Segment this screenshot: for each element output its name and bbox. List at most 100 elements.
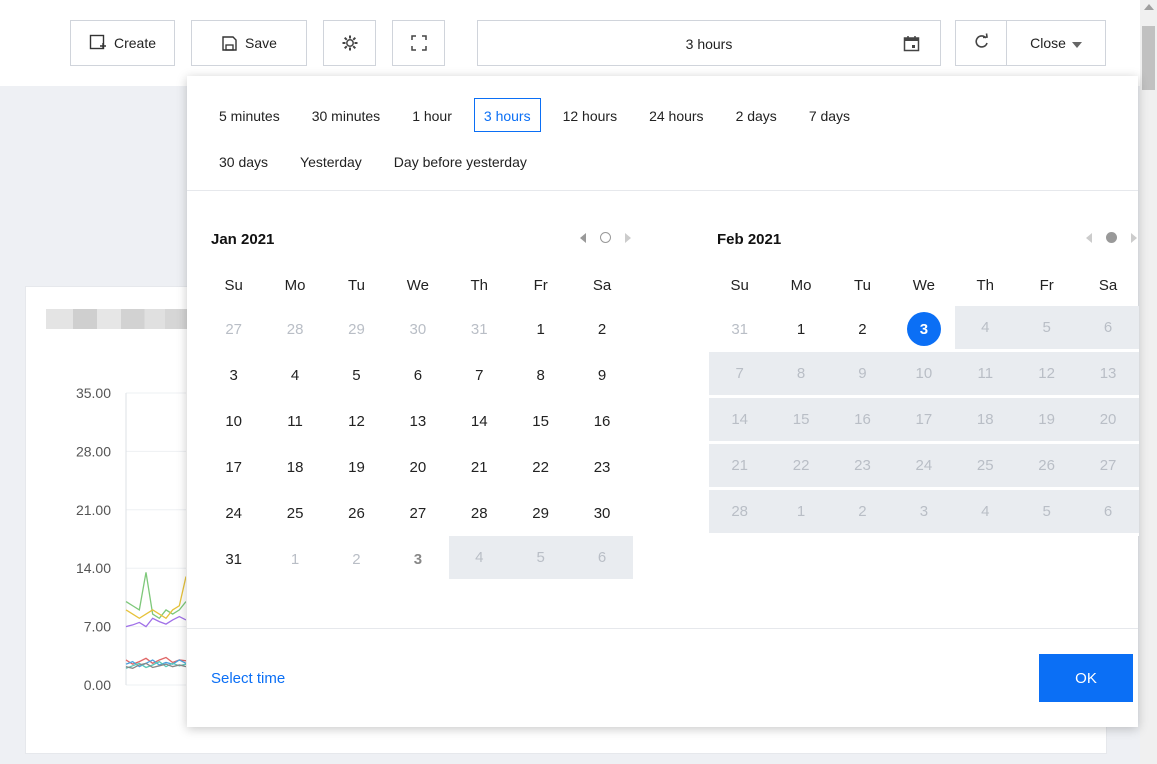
day-cell[interactable]: 4 xyxy=(264,352,325,398)
quick-range-option[interactable]: 12 hours xyxy=(553,98,627,132)
quick-range-option[interactable]: 7 days xyxy=(799,98,860,132)
weekday-header: Tu xyxy=(854,277,871,294)
day-cell[interactable]: 20 xyxy=(387,444,448,490)
day-number: 23 xyxy=(854,457,871,474)
divider xyxy=(187,190,1138,191)
day-number: 2 xyxy=(858,320,867,338)
day-number: 2 xyxy=(597,320,607,338)
day-cell[interactable]: 13 xyxy=(387,398,448,444)
current-month-icon[interactable] xyxy=(600,232,611,243)
next-month-icon[interactable] xyxy=(625,232,631,243)
day-cell[interactable]: 19 xyxy=(326,444,387,490)
weekday-header: Sa xyxy=(1098,277,1118,294)
day-cell[interactable]: 29 xyxy=(510,490,571,536)
day-cell: 6 xyxy=(1077,306,1139,352)
day-cell[interactable]: 6 xyxy=(387,352,448,398)
day-cell[interactable]: 27 xyxy=(203,306,264,352)
day-cell[interactable]: 22 xyxy=(510,444,571,490)
day-cell[interactable]: 28 xyxy=(264,306,325,352)
day-cell[interactable]: 8 xyxy=(510,352,571,398)
save-label: Save xyxy=(245,35,277,51)
fullscreen-button[interactable] xyxy=(392,20,445,66)
day-cell[interactable]: 29 xyxy=(326,306,387,352)
auto-refresh-select[interactable]: Close xyxy=(1007,21,1105,65)
day-cell[interactable]: 31 xyxy=(203,536,264,582)
day-cell: 4 xyxy=(448,536,510,582)
day-cell[interactable]: 30 xyxy=(387,306,448,352)
day-cell[interactable]: 16 xyxy=(571,398,632,444)
y-tick-label: 28.00 xyxy=(76,443,111,459)
day-number: 22 xyxy=(532,458,549,476)
day-number: 3 xyxy=(413,550,423,568)
day-number: 27 xyxy=(225,320,243,338)
day-cell[interactable]: 5 xyxy=(326,352,387,398)
create-button[interactable]: Create xyxy=(70,20,175,66)
scrollbar-thumb[interactable] xyxy=(1142,26,1155,90)
day-cell: 11 xyxy=(954,352,1016,398)
weekday-header: Fr xyxy=(1039,277,1054,294)
prev-month-icon[interactable] xyxy=(1086,232,1092,243)
day-cell[interactable]: 1 xyxy=(264,536,325,582)
day-cell[interactable]: 2 xyxy=(326,536,387,582)
current-month-icon[interactable] xyxy=(1106,232,1117,243)
time-range-picker[interactable]: 3 hours xyxy=(477,20,941,66)
quick-range-option[interactable]: Day before yesterday xyxy=(384,144,537,178)
day-number: 28 xyxy=(731,503,749,520)
ok-button[interactable]: OK xyxy=(1039,654,1133,702)
day-cell[interactable]: 12 xyxy=(326,398,387,444)
day-cell[interactable]: 30 xyxy=(571,490,632,536)
save-button[interactable]: Save xyxy=(191,20,307,66)
day-cell: 13 xyxy=(1077,352,1139,398)
month-title: Jan 2021 xyxy=(211,231,275,248)
day-cell: 7 xyxy=(709,352,771,398)
day-cell[interactable]: 18 xyxy=(264,444,325,490)
day-cell[interactable]: 17 xyxy=(203,444,264,490)
day-cell[interactable]: 31 xyxy=(449,306,510,352)
day-cell[interactable]: 2 xyxy=(571,306,632,352)
quick-range-option[interactable]: Yesterday xyxy=(290,144,372,178)
day-cell[interactable]: 15 xyxy=(510,398,571,444)
day-cell: 5 xyxy=(509,536,572,582)
day-cell[interactable]: 2 xyxy=(832,306,893,352)
day-cell: 10 xyxy=(893,352,955,398)
day-cell-today[interactable]: 3 xyxy=(893,306,954,352)
day-cell[interactable]: 25 xyxy=(264,490,325,536)
quick-range-option[interactable]: 3 hours xyxy=(473,98,541,132)
day-cell[interactable]: 23 xyxy=(571,444,632,490)
settings-button[interactable] xyxy=(323,20,376,66)
time-range-value: 3 hours xyxy=(685,36,733,52)
day-cell[interactable]: 21 xyxy=(449,444,510,490)
day-number: 31 xyxy=(731,320,749,338)
day-cell[interactable]: 10 xyxy=(203,398,264,444)
next-month-icon[interactable] xyxy=(1131,232,1137,243)
quick-range-option[interactable]: 30 minutes xyxy=(302,98,390,132)
day-number: 2 xyxy=(352,550,361,568)
day-cell[interactable]: 9 xyxy=(571,352,632,398)
day-cell[interactable]: 31 xyxy=(709,306,770,352)
prev-month-icon[interactable] xyxy=(580,232,586,243)
day-cell[interactable]: 3 xyxy=(203,352,264,398)
quick-range-option[interactable]: 5 minutes xyxy=(209,98,290,132)
create-label: Create xyxy=(113,35,157,51)
quick-range-option[interactable]: 1 hour xyxy=(402,98,462,132)
day-number: 17 xyxy=(915,411,933,428)
quick-range-option[interactable]: 30 days xyxy=(209,144,278,178)
quick-range-option[interactable]: 2 days xyxy=(726,98,787,132)
day-number: 8 xyxy=(536,366,545,384)
day-cell[interactable]: 26 xyxy=(326,490,387,536)
day-cell[interactable]: 14 xyxy=(449,398,510,444)
day-cell[interactable]: 1 xyxy=(510,306,571,352)
day-cell[interactable]: 3 xyxy=(387,536,448,582)
day-cell[interactable]: 24 xyxy=(203,490,264,536)
day-cell[interactable]: 27 xyxy=(387,490,448,536)
scroll-up-arrow-icon[interactable] xyxy=(1144,4,1154,10)
day-cell[interactable]: 11 xyxy=(264,398,325,444)
page-scrollbar[interactable] xyxy=(1140,0,1157,764)
select-time-link[interactable]: Select time xyxy=(211,670,285,687)
quick-range-option[interactable]: 24 hours xyxy=(639,98,713,132)
day-number: 1 xyxy=(290,550,300,568)
refresh-button[interactable] xyxy=(956,21,1007,65)
day-cell[interactable]: 7 xyxy=(449,352,510,398)
day-cell[interactable]: 28 xyxy=(449,490,510,536)
day-cell[interactable]: 1 xyxy=(770,306,831,352)
